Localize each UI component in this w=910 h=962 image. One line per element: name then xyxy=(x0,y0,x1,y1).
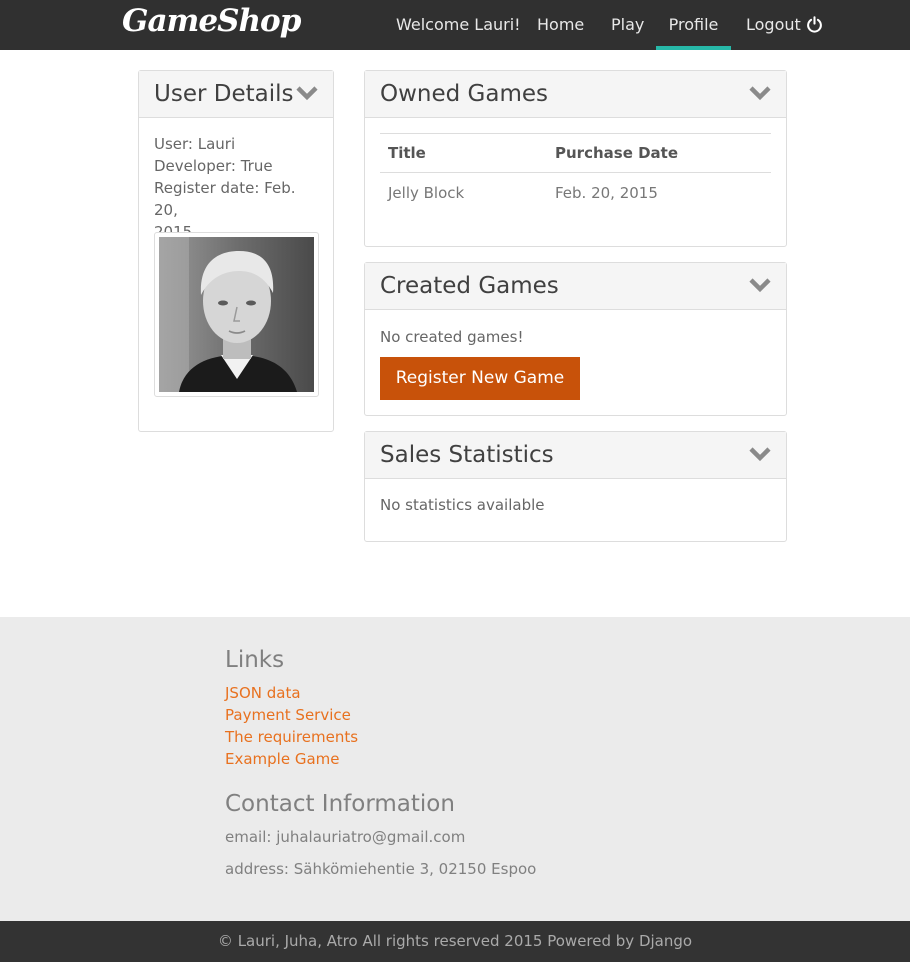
chevron-down-icon[interactable] xyxy=(748,85,772,101)
panel-title: Sales Statistics xyxy=(380,442,554,468)
nav-logout[interactable]: Logout xyxy=(746,0,801,50)
contact-email: email: juhalauriatro@gmail.com xyxy=(225,828,466,846)
register-date: Register date: Feb. 20, xyxy=(154,179,296,219)
panel-title: Owned Games xyxy=(380,81,549,107)
no-statistics-text: No statistics available xyxy=(380,496,545,514)
nav-profile[interactable]: Profile xyxy=(656,0,731,50)
purchase-date: Feb. 20, 2015 xyxy=(555,183,658,202)
footer: Links JSON data Payment Service The requ… xyxy=(0,617,910,921)
link-payment-service[interactable]: Payment Service xyxy=(225,706,351,724)
link-requirements[interactable]: The requirements xyxy=(225,728,358,746)
links-heading: Links xyxy=(225,647,285,673)
created-games-panel: Created Games No created games! Register… xyxy=(364,262,787,416)
owned-games-table: Title Purchase Date Jelly Block Feb. 20,… xyxy=(380,133,771,213)
link-json-data[interactable]: JSON data xyxy=(225,684,301,702)
owned-games-panel: Owned Games Title Purchase Date Jelly Bl… xyxy=(364,70,787,247)
nav-home[interactable]: Home xyxy=(537,0,584,50)
no-created-games-text: No created games! xyxy=(380,328,524,346)
welcome-text: Welcome Lauri! xyxy=(396,15,521,34)
user-details-panel: User Details User: Lauri Developer: True… xyxy=(138,70,334,432)
sales-statistics-header[interactable]: Sales Statistics xyxy=(365,432,786,479)
brand-logo[interactable]: GameShop xyxy=(122,3,301,39)
created-games-header[interactable]: Created Games xyxy=(365,263,786,310)
avatar xyxy=(154,232,319,397)
panel-title: User Details xyxy=(154,81,294,107)
owned-games-header[interactable]: Owned Games xyxy=(365,71,786,118)
power-icon[interactable] xyxy=(806,16,823,33)
table-row: Jelly Block Feb. 20, 2015 xyxy=(380,173,771,213)
sales-statistics-panel: Sales Statistics No statistics available xyxy=(364,431,787,542)
chevron-down-icon[interactable] xyxy=(295,85,319,101)
chevron-down-icon[interactable] xyxy=(748,446,772,462)
chevron-down-icon[interactable] xyxy=(748,277,772,293)
column-header-purchase-date: Purchase Date xyxy=(547,133,771,173)
copyright-bar: © Lauri, Juha, Atro All rights reserved … xyxy=(0,921,910,962)
register-new-game-button[interactable]: Register New Game xyxy=(380,357,580,400)
link-example-game[interactable]: Example Game xyxy=(225,750,340,768)
contact-heading: Contact Information xyxy=(225,791,455,817)
user-details-header[interactable]: User Details xyxy=(139,71,333,118)
panel-title: Created Games xyxy=(380,273,559,299)
user-name: User: Lauri xyxy=(154,135,236,153)
nav-play[interactable]: Play xyxy=(611,0,644,50)
top-navbar: GameShop Welcome Lauri! Home Play Profil… xyxy=(0,0,910,50)
column-header-title: Title xyxy=(380,133,547,173)
game-title: Jelly Block xyxy=(388,183,465,202)
contact-address: address: Sähkömiehentie 3, 02150 Espoo xyxy=(225,860,537,878)
developer-status: Developer: True xyxy=(154,157,273,175)
